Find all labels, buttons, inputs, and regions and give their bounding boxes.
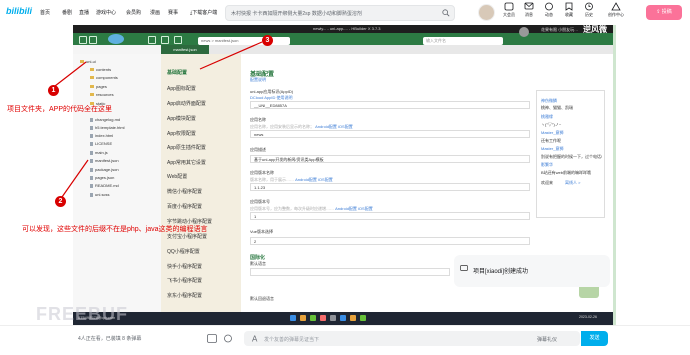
danmaku-settings-icon[interactable] (223, 334, 233, 343)
danmaku-toggle-icon[interactable] (207, 334, 217, 343)
freebuf-watermark: FREEBUF (36, 304, 128, 324)
danmaku-placeholder: 发个友善的弹幕见证当下 (264, 337, 320, 343)
send-button[interactable]: 发送 (581, 331, 608, 346)
text-style-icon[interactable]: A (251, 334, 260, 344)
svg-text:A: A (252, 335, 258, 344)
danmaku-etiquette-link[interactable]: 弹幕礼仪 (537, 336, 557, 343)
viewer-count: 4人正在看，已装填 8 条弹幕 (78, 336, 142, 342)
annotation-arrows (54, 41, 263, 198)
